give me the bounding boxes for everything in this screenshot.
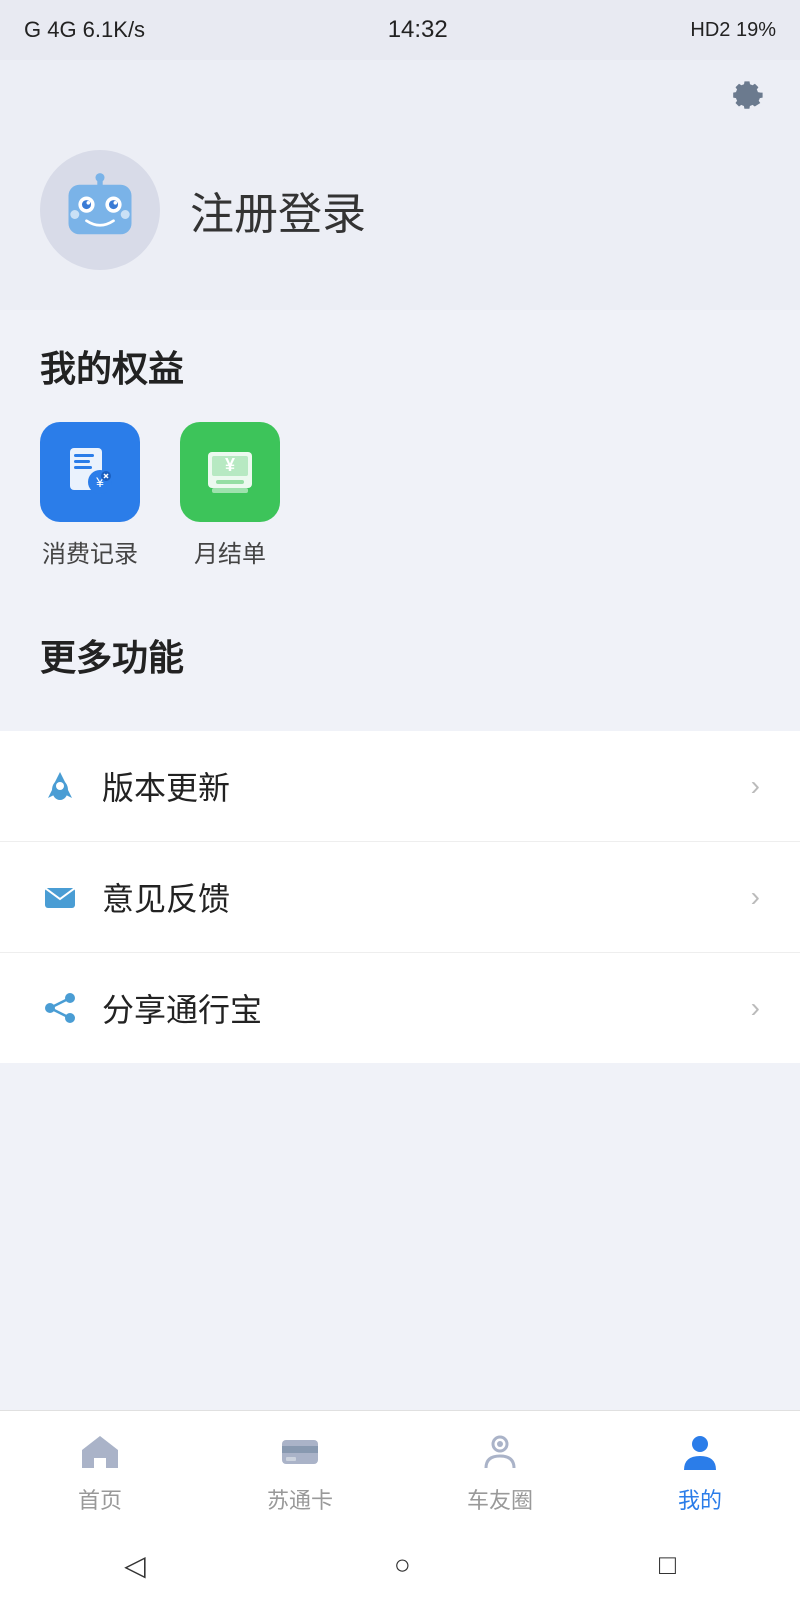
monthly-bill-item[interactable]: ¥ 月结单	[180, 422, 280, 569]
share-icon	[40, 988, 80, 1028]
friends-icon	[475, 1427, 525, 1477]
version-update-item[interactable]: 版本更新 ›	[0, 731, 800, 842]
status-bar: G 4G 6.1K/s 14:32 HD2 19%	[0, 0, 800, 60]
share-item[interactable]: 分享通行宝 ›	[0, 953, 800, 1063]
share-label: 分享通行宝	[102, 985, 262, 1031]
monthly-bill-icon-box: ¥	[180, 422, 280, 522]
consume-record-item[interactable]: ¥ 消费记录	[40, 422, 140, 569]
version-update-left: 版本更新	[40, 763, 230, 809]
profile-title[interactable]: 注册登录	[190, 178, 366, 242]
nav-home[interactable]: 首页	[0, 1427, 200, 1515]
version-update-label: 版本更新	[102, 763, 230, 809]
rights-section: 我的权益 ¥ 消费记录	[0, 310, 800, 599]
back-button[interactable]: ◁	[124, 1549, 146, 1582]
nav-card[interactable]: 苏通卡	[200, 1427, 400, 1515]
mine-icon	[675, 1427, 725, 1477]
settings-button[interactable]	[720, 70, 770, 120]
version-update-chevron: ›	[751, 770, 760, 802]
menu-section: 版本更新 › 意见反馈 ›	[0, 731, 800, 1063]
profile-header: 注册登录	[0, 130, 800, 310]
share-chevron: ›	[751, 992, 760, 1024]
nav-friends[interactable]: 车友圈	[400, 1427, 600, 1515]
status-signal: G 4G 6.1K/s	[24, 17, 145, 43]
feedback-chevron: ›	[751, 881, 760, 913]
more-section-title-area: 更多功能	[0, 599, 800, 711]
svg-text:¥: ¥	[225, 455, 235, 475]
rights-grid: ¥ 消费记录 ¥	[40, 412, 760, 589]
mail-icon	[40, 877, 80, 917]
system-nav: ◁ ○ □	[0, 1530, 800, 1600]
monthly-bill-icon: ¥	[202, 444, 258, 500]
more-title: 更多功能	[40, 629, 760, 681]
feedback-left: 意见反馈	[40, 874, 230, 920]
bottom-nav: 首页 苏通卡 车友圈 我的	[0, 1410, 800, 1530]
home-button[interactable]: ○	[394, 1549, 411, 1581]
nav-home-label: 首页	[78, 1483, 122, 1515]
card-icon	[275, 1427, 325, 1477]
feedback-label: 意见反馈	[102, 874, 230, 920]
status-time: 14:32	[388, 16, 448, 44]
nav-mine-label: 我的	[678, 1483, 722, 1515]
avatar[interactable]	[40, 150, 160, 270]
share-left: 分享通行宝	[40, 985, 262, 1031]
recents-button[interactable]: □	[659, 1549, 676, 1581]
rocket-icon	[40, 766, 80, 806]
nav-mine[interactable]: 我的	[600, 1427, 800, 1515]
robot-avatar-icon	[55, 165, 145, 255]
consume-record-icon-box: ¥	[40, 422, 140, 522]
status-icons: HD2 19%	[690, 19, 776, 42]
nav-friends-label: 车友圈	[467, 1483, 533, 1515]
main-content: 我的权益 ¥ 消费记录	[0, 310, 800, 1323]
feedback-item[interactable]: 意见反馈 ›	[0, 842, 800, 953]
gear-icon	[725, 75, 765, 115]
gear-area	[0, 60, 800, 130]
nav-card-label: 苏通卡	[267, 1483, 333, 1515]
consume-record-icon: ¥	[62, 444, 118, 500]
monthly-bill-label: 月结单	[194, 534, 266, 569]
consume-record-label: 消费记录	[42, 534, 138, 569]
home-icon	[75, 1427, 125, 1477]
rights-title: 我的权益	[40, 340, 760, 392]
